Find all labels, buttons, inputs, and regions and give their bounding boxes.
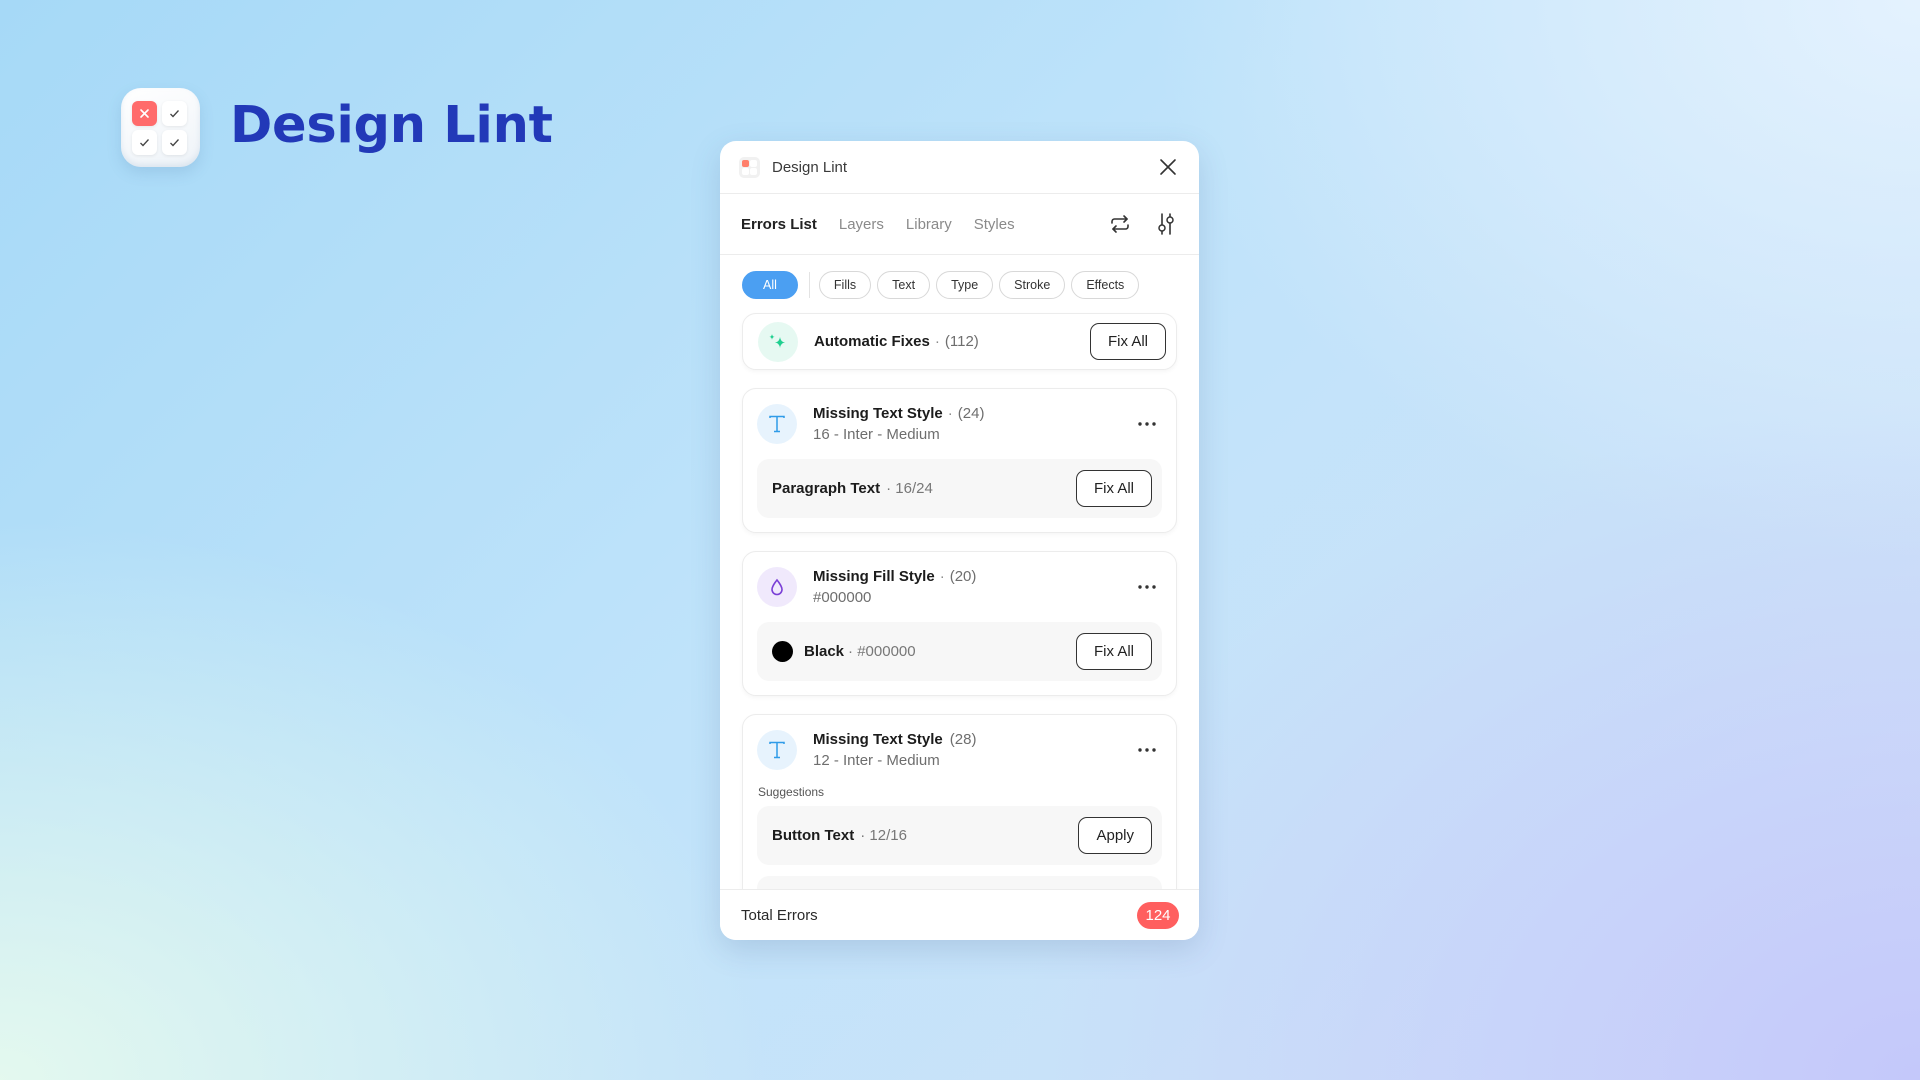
close-button[interactable]: [1157, 156, 1179, 178]
more-horizontal-icon: [1138, 422, 1156, 426]
text-type-icon: [757, 404, 797, 444]
issue-card-missing-text-style: Missing Text Style (28) 12 - Inter - Med…: [742, 714, 1177, 889]
filter-effects[interactable]: Effects: [1071, 271, 1140, 299]
suggestion-row: Paragraph Text · 16/24 Fix All: [757, 459, 1162, 518]
check-cell-icon: [162, 130, 187, 155]
check-cell-icon: [132, 130, 157, 155]
suggestion-row: [757, 876, 1162, 889]
fix-all-automatic-button[interactable]: Fix All: [1089, 323, 1166, 360]
issue-title: Missing Text Style: [813, 730, 943, 748]
filter-fills[interactable]: Fills: [818, 271, 872, 299]
fix-all-button[interactable]: Fix All: [1075, 470, 1152, 507]
more-options-button[interactable]: [1134, 574, 1160, 600]
check-cell-icon: [162, 101, 187, 126]
sparkle-icon: [758, 321, 798, 362]
more-horizontal-icon: [1138, 748, 1156, 752]
text-type-icon: [757, 730, 797, 770]
separator-dot: ·: [947, 404, 953, 422]
separator-dot: ·: [939, 567, 945, 585]
issue-title: Missing Fill Style: [813, 567, 935, 585]
issue-count: (24): [957, 404, 985, 422]
panel-footer: Total Errors 124: [720, 889, 1199, 940]
suggestion-name: Button Text: [772, 827, 855, 844]
automatic-fixes-card: Automatic Fixes · (112) Fix All: [742, 313, 1177, 370]
filter-stroke[interactable]: Stroke: [999, 271, 1066, 299]
more-options-button[interactable]: [1134, 411, 1160, 437]
suggestion-row: Black · #000000 Fix All: [757, 622, 1162, 681]
fix-all-button[interactable]: Fix All: [1075, 633, 1152, 670]
suggestions-label: Suggestions: [758, 785, 825, 799]
total-errors-label: Total Errors: [741, 906, 818, 924]
error-cell-icon: [132, 101, 157, 126]
tab-styles[interactable]: Styles: [974, 216, 1015, 233]
apply-button[interactable]: Apply: [1078, 817, 1152, 854]
filter-chips: All Fills Text Type Stroke Effects: [742, 256, 1177, 313]
filter-type[interactable]: Type: [936, 271, 994, 299]
more-options-button[interactable]: [1134, 737, 1160, 763]
suggestion-name: Paragraph Text: [772, 480, 881, 497]
filter-text[interactable]: Text: [877, 271, 931, 299]
more-horizontal-icon: [1138, 585, 1156, 589]
issue-card-missing-text-style: Missing Text Style · (24) 16 - Inter - M…: [742, 388, 1177, 533]
issue-card-missing-fill-style: Missing Fill Style · (20) #000000 Black …: [742, 551, 1177, 696]
filter-all[interactable]: All: [742, 271, 798, 299]
issue-count: (20): [949, 567, 977, 585]
suggestion-meta: · 16/24: [886, 480, 933, 497]
close-icon: [1160, 159, 1176, 175]
suggestion-meta: · #000000: [848, 643, 916, 660]
issue-count: (28): [949, 730, 977, 748]
tab-library[interactable]: Library: [906, 216, 952, 233]
tabs-bar: Errors List Layers Library Styles: [720, 194, 1199, 255]
separator-dot: ·: [934, 333, 940, 350]
refresh-button[interactable]: [1107, 211, 1133, 237]
automatic-fixes-title: Automatic Fixes: [814, 333, 930, 350]
suggestion-meta: · 12/16: [860, 827, 907, 844]
errors-list: All Fills Text Type Stroke Effects Autom…: [720, 256, 1199, 889]
refresh-icon: [1111, 215, 1129, 233]
tab-layers[interactable]: Layers: [839, 216, 884, 233]
issue-subtitle: 16 - Inter - Medium: [813, 425, 940, 443]
panel-title: Design Lint: [772, 158, 848, 176]
issue-title: Missing Text Style: [813, 404, 943, 422]
filter-divider: [808, 272, 810, 298]
design-lint-panel: Design Lint Errors List Layers Library S…: [720, 141, 1199, 940]
total-errors-badge: 124: [1137, 901, 1179, 929]
plugin-logo-icon: [739, 156, 760, 178]
design-lint-logo: [121, 88, 200, 167]
automatic-fixes-count: (112): [944, 333, 979, 350]
brand-title: Design Lint: [230, 96, 553, 155]
settings-button[interactable]: [1153, 211, 1179, 237]
fill-drop-icon: [757, 567, 797, 607]
color-swatch: [772, 641, 793, 662]
settings-sliders-icon: [1158, 213, 1174, 235]
suggestion-name: Black: [804, 643, 845, 660]
issue-subtitle: 12 - Inter - Medium: [813, 751, 940, 769]
suggestion-row: Button Text · 12/16 Apply: [757, 806, 1162, 865]
issue-subtitle: #000000: [813, 588, 872, 606]
panel-header: Design Lint: [720, 141, 1199, 194]
tab-errors-list[interactable]: Errors List: [741, 216, 817, 233]
